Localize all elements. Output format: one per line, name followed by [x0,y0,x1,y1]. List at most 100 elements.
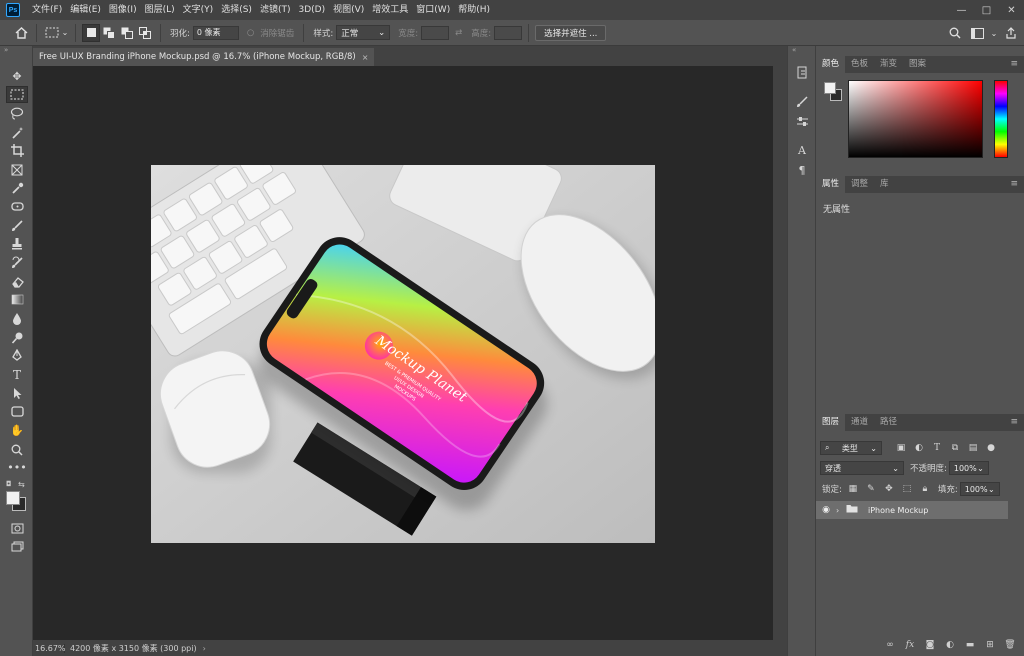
minimize-button[interactable]: — [949,0,974,20]
tab-color[interactable]: 颜色 [816,56,846,73]
chevron-down-icon[interactable]: ⌄ [990,24,998,42]
tab-layers[interactable]: 图层 [816,414,846,431]
menu-plugins[interactable]: 增效工具 [368,0,412,20]
screen-mode-icon[interactable] [6,538,28,555]
crop-tool-icon[interactable] [6,142,28,159]
frame-tool-icon[interactable] [6,161,28,178]
swap-colors-icon[interactable]: ⇆ [18,480,25,489]
filter-shape-icon[interactable]: ⧉ [948,441,962,455]
menu-edit[interactable]: 编辑(E) [66,0,105,20]
hue-slider[interactable] [994,80,1008,158]
history-brush-tool-icon[interactable] [6,254,28,271]
rect-marquee-preset-icon[interactable] [43,24,61,42]
dodge-tool-icon[interactable] [6,329,28,346]
lasso-tool-icon[interactable] [6,105,28,122]
menu-3d[interactable]: 3D(D) [294,0,329,20]
blur-tool-icon[interactable] [6,310,28,327]
tab-channels[interactable]: 通道 [845,414,874,431]
close-tab-icon[interactable]: × [362,53,369,62]
delete-layer-icon[interactable]: 🗑︎ [1004,640,1016,650]
path-selection-tool-icon[interactable] [6,385,28,402]
tab-paths[interactable]: 路径 [874,414,903,431]
paragraph-panel-icon[interactable]: ¶ [793,162,811,178]
panel-menu-icon[interactable]: ≡ [1010,179,1018,189]
lock-pixels-icon[interactable]: ✎ [864,482,878,496]
filter-adjustment-icon[interactable]: ◐ [912,441,926,455]
document-tab[interactable]: Free UI-UX Branding iPhone Mockup.psd @ … [33,48,375,66]
gradient-tool-icon[interactable] [6,291,28,308]
type-tool-icon[interactable]: T [6,366,28,383]
tab-swatches[interactable]: 色板 [845,56,874,73]
width-input[interactable] [421,25,450,40]
zoom-level[interactable]: 16.67% [33,643,66,653]
opacity-input[interactable]: 100% ⌄ [948,461,989,475]
lock-all-icon[interactable]: 🔒︎ [918,482,932,496]
expand-toolbar-icon[interactable]: » [4,46,8,54]
canvas-area[interactable]: Mockup Planet BEST & PREMIUM QUALITY UI/… [33,66,773,640]
chevron-right-icon[interactable]: › [836,506,846,515]
link-layers-icon[interactable]: ∞ [884,640,896,650]
menu-type[interactable]: 文字(Y) [179,0,218,20]
more-tools-icon[interactable]: ••• [6,459,28,476]
maximize-button[interactable]: □ [974,0,999,20]
menu-filter[interactable]: 滤镜(T) [256,0,295,20]
history-panel-icon[interactable] [793,64,811,80]
tab-adjustments[interactable]: 调整 [845,176,874,193]
new-selection-icon[interactable] [82,23,100,42]
new-layer-icon[interactable]: ⊞ [984,640,996,650]
tab-properties[interactable]: 属性 [816,176,846,193]
fill-input[interactable]: 100% ⌄ [959,482,1000,496]
character-panel-icon[interactable]: A [793,142,811,158]
chevron-down-icon[interactable]: ⌄ [61,24,69,42]
select-and-mask-button[interactable]: 选择并遮住 ... [535,24,607,41]
default-colors-icon[interactable]: ◘ [6,480,12,488]
blend-mode-select[interactable]: 穿透 ⌄ [820,461,904,475]
menu-select[interactable]: 选择(S) [217,0,256,20]
tab-libraries[interactable]: 库 [874,176,895,193]
healing-brush-tool-icon[interactable] [6,198,28,215]
workspace-icon[interactable] [968,24,986,42]
home-icon[interactable] [12,24,30,42]
filter-pixel-icon[interactable]: ▣ [894,441,908,455]
layer-style-icon[interactable]: fx [904,640,916,650]
adjustments-icon[interactable] [793,113,811,129]
menu-view[interactable]: 视图(V) [329,0,368,20]
brush-tool-icon[interactable] [6,217,28,234]
swap-icon[interactable]: ⇄ [455,28,462,38]
move-tool-icon[interactable]: ✥ [6,68,28,85]
eye-icon[interactable]: ◉ [816,505,836,515]
add-mask-icon[interactable]: ◙ [924,640,936,650]
foreground-color-swatch[interactable] [824,82,836,94]
zoom-tool-icon[interactable] [6,441,28,458]
style-select[interactable]: 正常 ⌄ [336,25,391,40]
rect-marquee-tool-icon[interactable] [6,86,28,103]
layer-row[interactable]: ◉ › iPhone Mockup [816,501,1008,519]
status-menu-icon[interactable]: › [203,644,206,653]
filter-smart-object-icon[interactable]: ▤ [966,441,980,455]
layer-filter-select[interactable]: ⌕ 类型 ⌄ [820,441,882,455]
lock-artboard-icon[interactable]: ⬚ [900,482,914,496]
share-icon[interactable] [1002,24,1020,42]
color-picker-field[interactable] [848,80,983,158]
foreground-color-swatch[interactable] [6,491,20,505]
magic-wand-tool-icon[interactable] [6,124,28,141]
filter-toggle-icon[interactable]: ● [984,441,998,455]
expand-panels-icon[interactable]: « [792,46,796,54]
vertical-scrollbar[interactable] [773,66,787,640]
menu-image[interactable]: 图像(I) [105,0,141,20]
hand-tool-icon[interactable]: ✋ [6,422,28,439]
height-input[interactable] [494,25,523,40]
document-canvas[interactable]: Mockup Planet BEST & PREMIUM QUALITY UI/… [151,165,655,543]
subtract-from-selection-icon[interactable] [118,24,136,42]
menu-file[interactable]: 文件(F) [28,0,66,20]
pen-tool-icon[interactable] [6,347,28,364]
menu-window[interactable]: 窗口(W) [412,0,454,20]
tab-patterns[interactable]: 图案 [903,56,932,73]
panel-menu-icon[interactable]: ≡ [1010,417,1018,427]
add-to-selection-icon[interactable] [100,24,118,42]
rectangle-tool-icon[interactable] [6,403,28,420]
search-icon[interactable] [946,24,964,42]
lock-position-icon[interactable]: ✥ [882,482,896,496]
panel-menu-icon[interactable]: ≡ [1010,59,1018,69]
lock-transparent-icon[interactable]: ▦ [846,482,860,496]
